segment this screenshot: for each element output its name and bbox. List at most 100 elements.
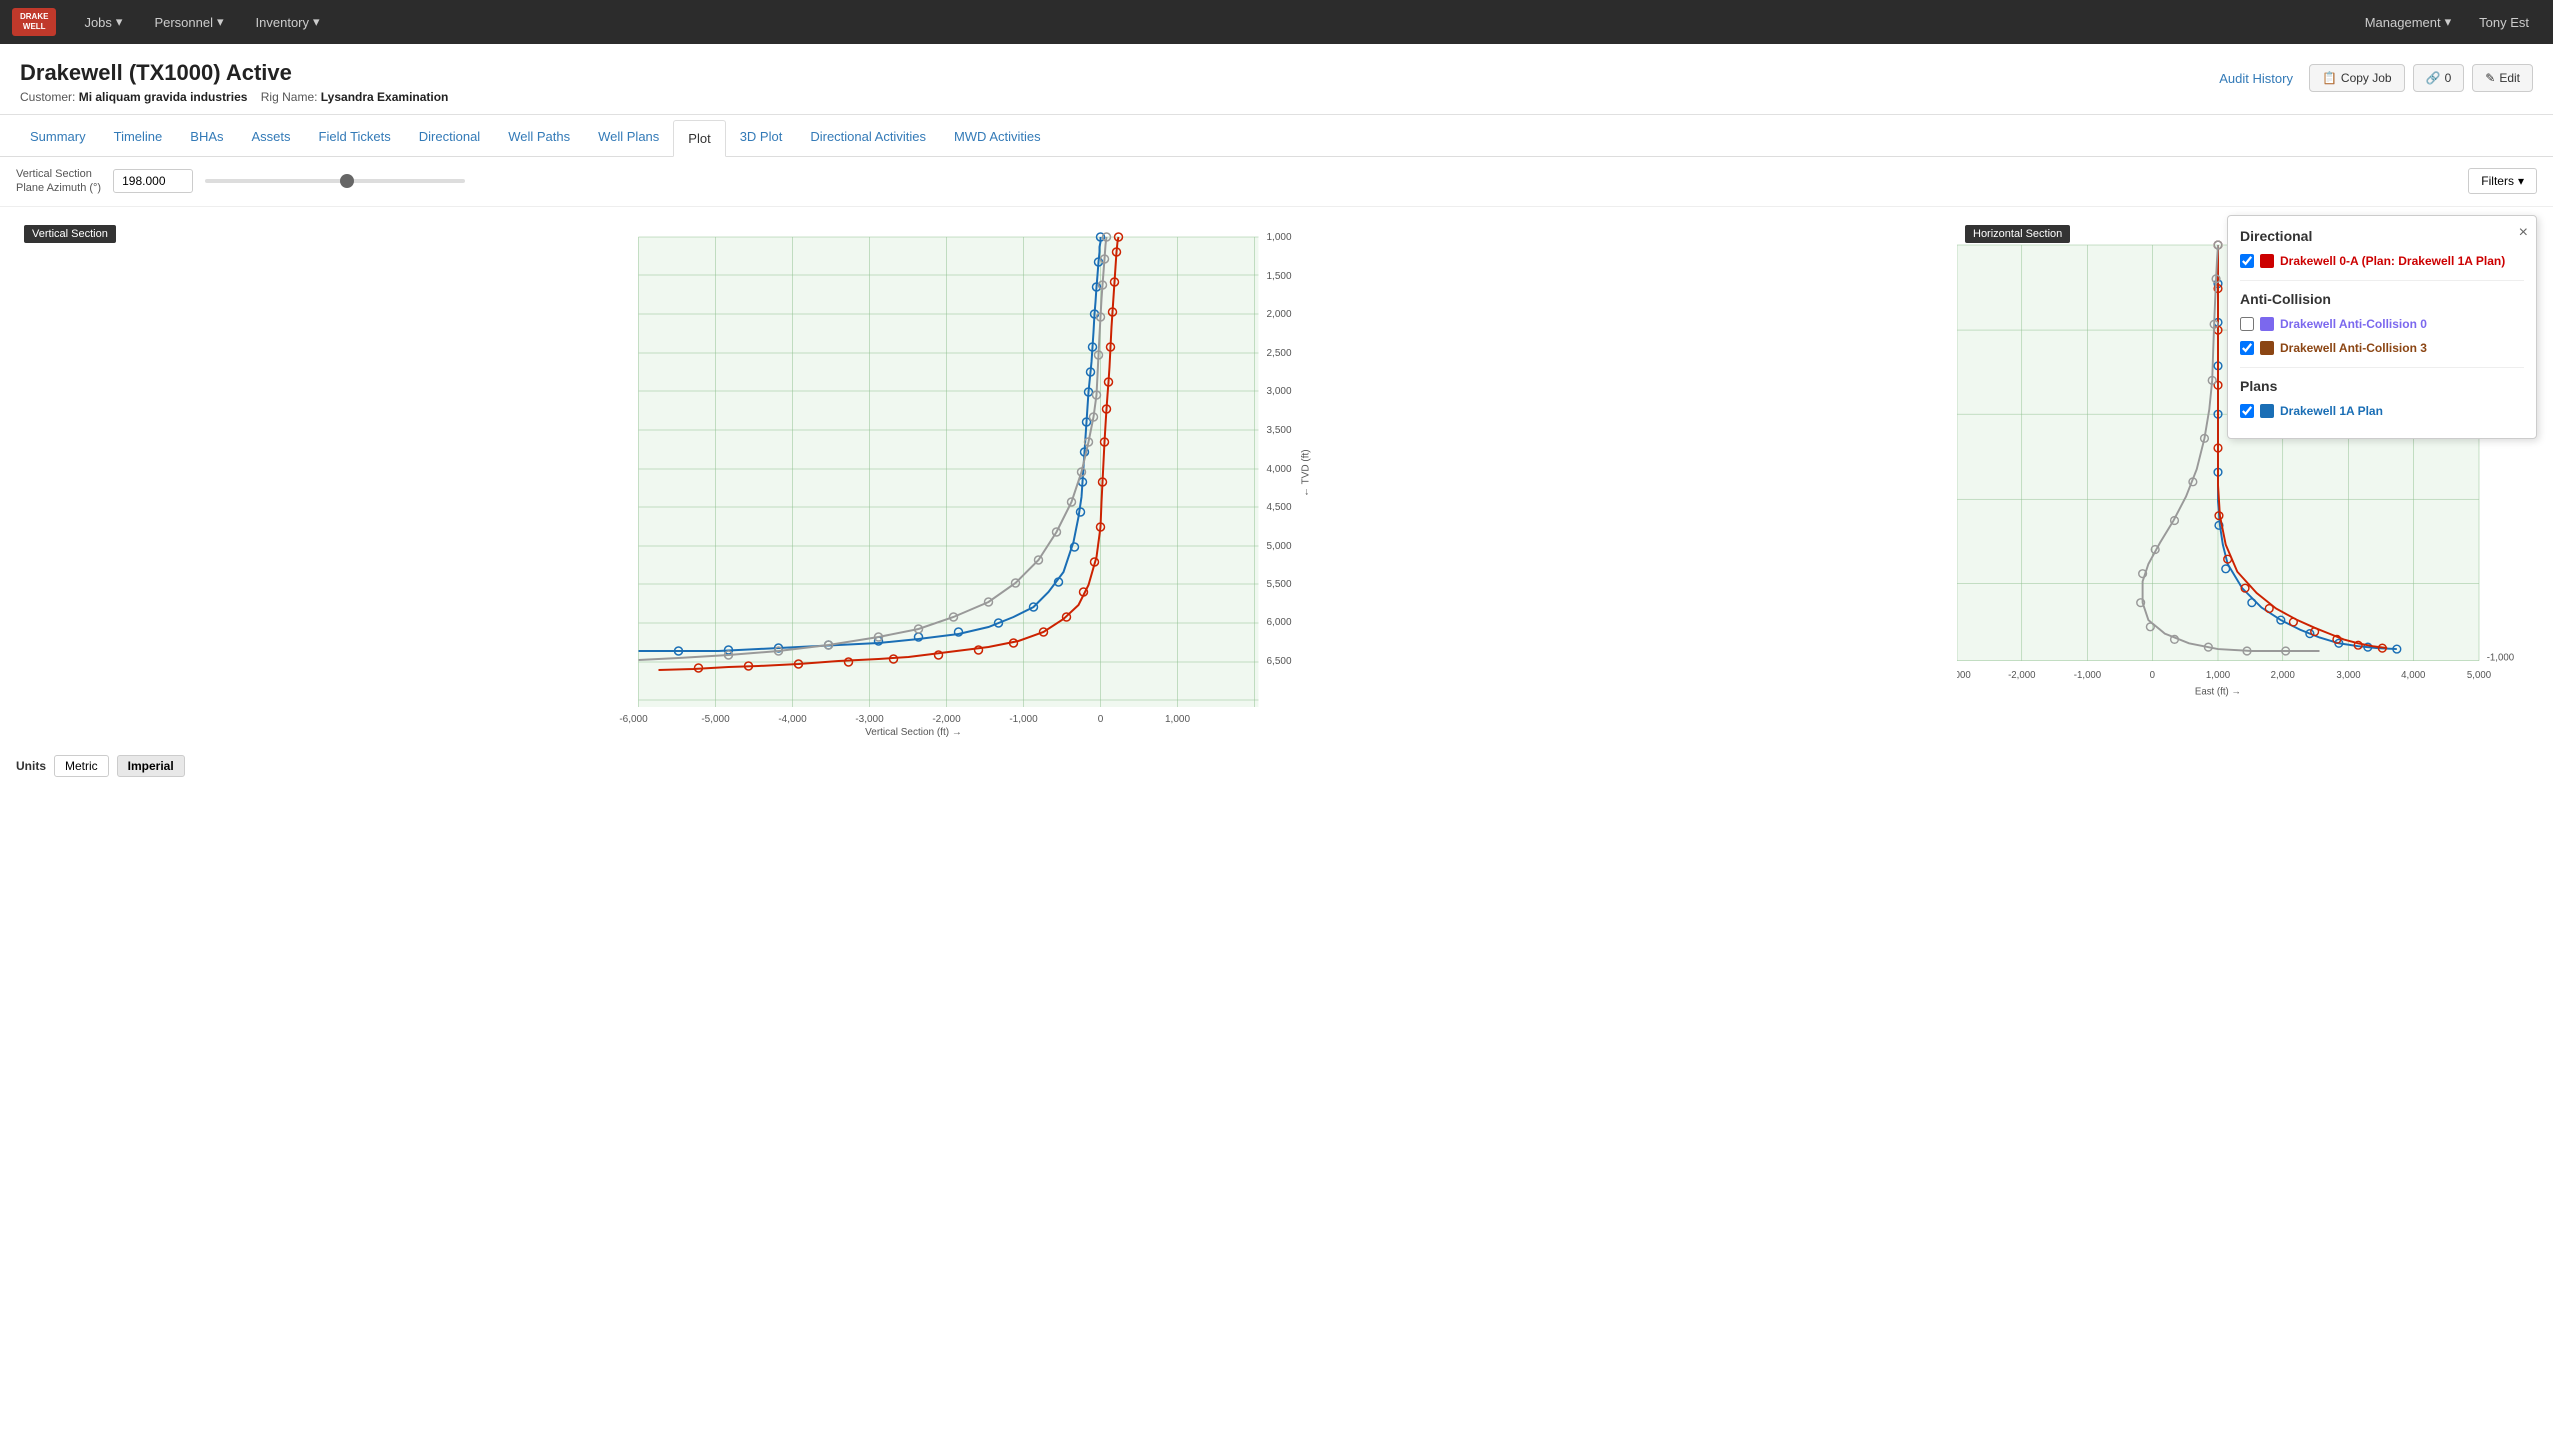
vertical-section-title: Vertical Section [24,225,116,243]
svg-text:← TVD (ft): ← TVD (ft) [1301,449,1312,497]
svg-text:-3,000: -3,000 [855,714,884,725]
legend-color-anti-collision-0 [2260,317,2274,331]
legend-checkbox-plan-1a[interactable] [2240,404,2254,418]
tab-timeline[interactable]: Timeline [100,119,177,156]
svg-text:2,000: 2,000 [2271,670,2295,681]
legend-close-button[interactable]: × [2519,224,2528,242]
azimuth-slider-container [205,179,465,183]
nav-management[interactable]: Management ▾ [2353,8,2463,36]
nav-personnel[interactable]: Personnel ▾ [142,8,235,36]
vertical-section-svg: 1,000 1,500 2,000 2,500 3,000 3,500 4,00… [16,217,1941,737]
legend-checkbox-drakewell-0a[interactable] [2240,254,2254,268]
top-navigation: DRAKE WELL Jobs ▾ Personnel ▾ Inventory … [0,0,2553,44]
legend-item-drakewell-0a: Drakewell 0-A (Plan: Drakewell 1A Plan) [2240,252,2524,270]
imperial-button[interactable]: Imperial [117,755,185,777]
vertical-section-chart: Vertical Section [16,217,1941,737]
controls-row: Vertical Section Plane Azimuth (°) Filte… [0,157,2553,207]
tab-assets[interactable]: Assets [238,119,305,156]
legend-item-plan-1a: Drakewell 1A Plan [2240,402,2524,420]
legend-checkbox-anti-collision-3[interactable] [2240,341,2254,355]
tabs-bar: Summary Timeline BHAs Assets Field Ticke… [0,119,2553,157]
svg-text:-4,000: -4,000 [778,714,807,725]
svg-text:1,000: 1,000 [1165,714,1190,725]
copy-job-button[interactable]: 📋 Copy Job [2309,64,2405,92]
legend-item-anti-collision-0: Drakewell Anti-Collision 0 [2240,315,2524,333]
tab-directional-activities[interactable]: Directional Activities [796,119,940,156]
svg-text:2,000: 2,000 [1267,309,1292,320]
job-header: Drakewell (TX1000) Active Customer: Mi a… [0,44,2553,115]
svg-text:-6,000: -6,000 [619,714,648,725]
legend-color-drakewell-0a [2260,254,2274,268]
azimuth-input[interactable] [113,169,193,193]
legend-label-anti-collision-3[interactable]: Drakewell Anti-Collision 3 [2280,341,2427,355]
plot-area: Vertical Section [0,207,2553,747]
filters-button[interactable]: Filters ▾ [2468,168,2537,194]
attachment-icon: 🔗 [2426,71,2441,85]
svg-text:-1,000: -1,000 [1009,714,1038,725]
rig-value: Lysandra Examination [321,90,449,104]
copy-icon: 📋 [2322,71,2337,85]
customer-value: Mi aliquam gravida industries [79,90,248,104]
svg-text:1,000: 1,000 [2206,670,2230,681]
nav-jobs[interactable]: Jobs ▾ [72,8,134,36]
legend-item-anti-collision-3: Drakewell Anti-Collision 3 [2240,339,2524,357]
legend-color-plan-1a [2260,404,2274,418]
nav-inventory[interactable]: Inventory ▾ [244,8,332,36]
nav-user[interactable]: Tony Est [2467,9,2541,36]
bottom-bar: Units Metric Imperial [0,747,2553,785]
tab-3d-plot[interactable]: 3D Plot [726,119,797,156]
vertical-section-svg-container[interactable]: 1,000 1,500 2,000 2,500 3,000 3,500 4,00… [16,217,1941,737]
svg-text:4,000: 4,000 [2401,670,2425,681]
app-logo: DRAKE WELL [12,8,56,35]
legend-checkbox-anti-collision-0[interactable] [2240,317,2254,331]
legend-panel: × Directional Drakewell 0-A (Plan: Drake… [2227,215,2537,439]
nav-right: Management ▾ Tony Est [2353,8,2541,36]
svg-text:-1,000: -1,000 [2074,670,2101,681]
legend-divider-1 [2240,280,2524,281]
legend-plans-title: Plans [2240,378,2524,394]
svg-text:6,000: 6,000 [1267,617,1292,628]
job-header-right: Audit History 📋 Copy Job 🔗 0 ✎ Edit [2211,60,2533,92]
legend-anti-collision-title: Anti-Collision [2240,291,2524,307]
tab-mwd-activities[interactable]: MWD Activities [940,119,1055,156]
svg-text:4,000: 4,000 [1267,464,1292,475]
horizontal-section-title: Horizontal Section [1965,225,2070,243]
svg-text:-2,000: -2,000 [2008,670,2035,681]
svg-text:0: 0 [1098,714,1104,725]
tab-directional[interactable]: Directional [405,119,494,156]
legend-color-anti-collision-3 [2260,341,2274,355]
legend-label-drakewell-0a[interactable]: Drakewell 0-A (Plan: Drakewell 1A Plan) [2280,254,2505,268]
tab-bhas[interactable]: BHAs [176,119,237,156]
tab-well-paths[interactable]: Well Paths [494,119,584,156]
job-title: Drakewell (TX1000) Active [20,60,448,86]
svg-text:-2,000: -2,000 [932,714,961,725]
svg-text:3,000: 3,000 [1267,386,1292,397]
metric-button[interactable]: Metric [54,755,109,777]
svg-text:6,500: 6,500 [1267,656,1292,667]
svg-text:5,000: 5,000 [1267,541,1292,552]
legend-label-plan-1a[interactable]: Drakewell 1A Plan [2280,404,2383,418]
svg-text:-1,000: -1,000 [2487,652,2514,663]
tab-plot[interactable]: Plot [673,120,725,157]
job-header-left: Drakewell (TX1000) Active Customer: Mi a… [20,60,448,104]
job-subtitle: Customer: Mi aliquam gravida industries … [20,90,448,104]
svg-text:-3,000: -3,000 [1957,670,1971,681]
tab-well-plans[interactable]: Well Plans [584,119,673,156]
svg-text:1,000: 1,000 [1267,232,1292,243]
svg-text:-5,000: -5,000 [701,714,730,725]
edit-icon: ✎ [2485,71,2495,85]
legend-label-anti-collision-0[interactable]: Drakewell Anti-Collision 0 [2280,317,2427,331]
legend-divider-2 [2240,367,2524,368]
tab-field-tickets[interactable]: Field Tickets [305,119,405,156]
audit-history-button[interactable]: Audit History [2211,65,2301,92]
svg-text:3,500: 3,500 [1267,425,1292,436]
attachments-button[interactable]: 🔗 0 [2413,64,2465,92]
azimuth-slider[interactable] [205,179,465,183]
edit-button[interactable]: ✎ Edit [2472,64,2533,92]
legend-directional-title: Directional [2240,228,2524,244]
svg-text:East (ft) →: East (ft) → [2195,686,2241,697]
azimuth-label: Vertical Section Plane Azimuth (°) [16,167,101,196]
tab-summary[interactable]: Summary [16,119,100,156]
svg-text:5,500: 5,500 [1267,579,1292,590]
units-label: Units [16,759,46,773]
